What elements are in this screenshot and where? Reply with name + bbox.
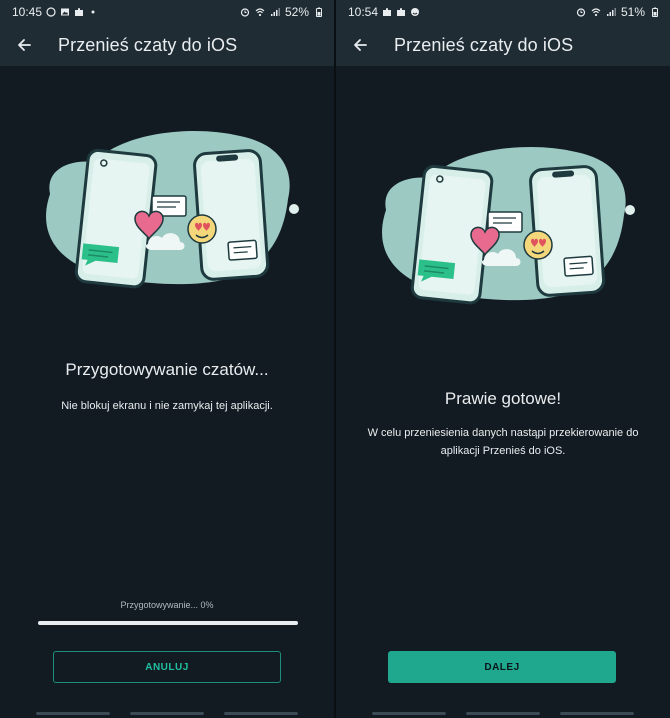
back-button[interactable] <box>12 33 36 57</box>
status-heading: Prawie gotowe! <box>444 389 562 408</box>
page-title: Przenieś czaty do iOS <box>394 34 574 55</box>
app-bar: Przenieś czaty do iOS <box>0 24 334 66</box>
progress-label: Przygotowywanie... 0% <box>120 600 214 610</box>
nav-hint <box>466 712 540 715</box>
alarm-icon <box>576 8 586 17</box>
signal-icon <box>270 8 280 16</box>
nav-hint <box>372 712 446 715</box>
app-bar: Przenieś czaty do iOS <box>336 24 670 66</box>
heart-eyes-emoji-illustration <box>187 214 217 244</box>
emoji-icon <box>411 8 420 16</box>
alarm-icon <box>240 8 250 17</box>
status-battery-text: 52% <box>284 5 309 19</box>
nav-hint <box>36 712 110 715</box>
transfer-illustration <box>382 147 635 305</box>
page-title: Przenieś czaty do iOS <box>58 34 238 55</box>
status-battery-text: 51% <box>620 5 645 19</box>
transfer-illustration <box>46 131 299 289</box>
cancel-button[interactable]: ANULUJ <box>53 651 281 683</box>
status-bar: 10:45 52% <box>0 0 334 24</box>
puzzle-icon <box>397 8 406 16</box>
battery-icon <box>316 7 322 17</box>
heart-eyes-emoji-illustration <box>523 230 553 260</box>
status-description: W celu przeniesienia danych nastąpi prze… <box>367 427 639 457</box>
puzzle-icon <box>75 8 84 16</box>
status-time: 10:45 <box>12 5 43 19</box>
dot-icon <box>91 10 95 14</box>
nav-hint <box>130 712 204 715</box>
next-button[interactable]: DALEJ <box>388 651 616 683</box>
arrow-left-icon <box>18 39 31 51</box>
progress-bar <box>38 621 298 625</box>
back-button[interactable] <box>348 33 372 57</box>
arrow-left-icon <box>354 39 367 51</box>
screen-preparing: 10:45 52% Przenieś czaty do iOS Przygoto… <box>0 0 334 718</box>
gallery-icon <box>61 8 70 16</box>
wifi-icon <box>255 8 265 17</box>
nav-hint <box>560 712 634 715</box>
status-heading: Przygotowywanie czatów... <box>65 360 269 379</box>
signal-icon <box>606 8 616 16</box>
wifi-icon <box>591 8 601 17</box>
battery-icon <box>652 7 658 17</box>
nav-hint <box>224 712 298 715</box>
status-bar: 10:54 51% <box>336 0 670 24</box>
screen-almost-done: 10:54 51% Przenieś czaty do iOS Prawie g… <box>336 0 670 718</box>
status-time: 10:54 <box>348 5 379 19</box>
status-description: Nie blokuj ekranu i nie zamykaj tej apli… <box>61 400 273 412</box>
progress-bar-track <box>38 621 298 625</box>
puzzle-icon <box>383 8 392 16</box>
whatsapp-icon <box>46 7 56 17</box>
